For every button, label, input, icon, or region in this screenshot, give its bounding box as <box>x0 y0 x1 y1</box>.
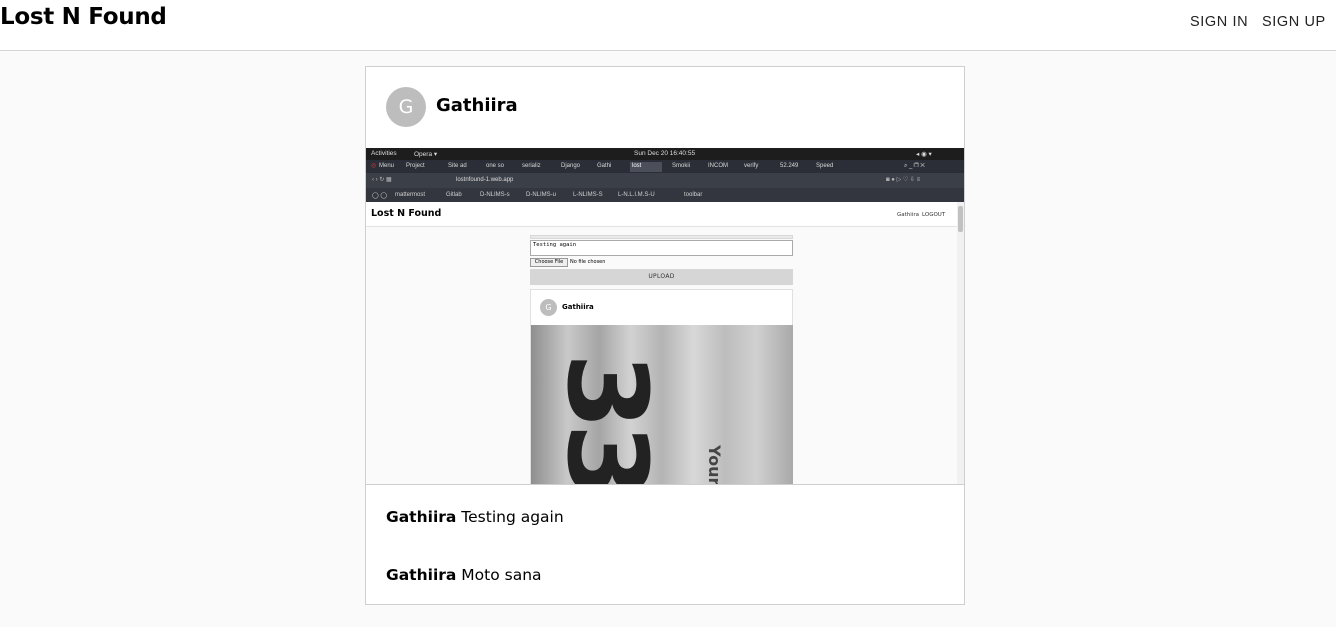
comment-author: Gathiira <box>386 508 457 526</box>
brand-logo[interactable]: Lost N Found <box>0 4 167 30</box>
screenshot-scroll-thumb <box>958 206 963 232</box>
comment-author: Gathiira <box>386 566 457 584</box>
screenshot-textarea: Testing again <box>530 240 793 256</box>
photo-number: 33 <box>543 353 671 485</box>
comment-text: Moto sana <box>461 566 542 584</box>
screenshot-tab: Speed <box>816 163 834 169</box>
screenshot-file-button: Choose File <box>530 258 568 267</box>
screenshot-user: Gathiira <box>897 212 919 218</box>
screenshot-tab: one so <box>486 163 505 169</box>
screenshot-file-status: No file chosen <box>570 259 606 265</box>
screenshot-logout: LOGOUT <box>922 212 946 218</box>
nav-arrows-icon: ‹ › ↻ ▦ <box>372 177 392 183</box>
screenshot-tab: Gathi <box>597 163 612 169</box>
screenshot-os-bar: Activities Opera ▾ Sun Dec 20 16:40:55 ◂… <box>366 148 964 160</box>
screenshot-tab: Smokii <box>672 163 691 169</box>
screenshot-tab-bar: ◎ Menu Project Site ad one so serializ D… <box>366 160 964 173</box>
bookmark: Gitlab <box>446 192 462 198</box>
os-browser-menu: Opera ▾ <box>414 151 438 158</box>
screenshot-tab: 52.249 <box>780 163 799 169</box>
screenshot-tab: serializ <box>522 163 541 169</box>
screenshot-divider <box>530 235 793 239</box>
sign-up-link[interactable]: SIGN UP <box>1262 14 1326 30</box>
screenshot-address-bar: ‹ › ↻ ▦ lostnfound-1.web.app ◙ ● ▷ ♡ ⇩ ≡ <box>366 173 964 188</box>
screenshot-page: Lost N Found Gathiira LOGOUT Testing aga… <box>366 202 964 485</box>
screenshot-brand: Lost N Found <box>371 208 442 219</box>
screenshot-post-card: G Gathiira 33 Your <box>530 289 793 485</box>
screenshot-tab-active: lost <box>630 162 662 172</box>
comment-text: Testing again <box>461 508 564 526</box>
os-clock: Sun Dec 20 16:40:55 <box>634 150 696 157</box>
top-navbar: Lost N Found SIGN IN SIGN UP <box>0 0 1336 51</box>
bookmark: D-NLIMS-u <box>526 192 557 198</box>
screenshot-upload-button: UPLOAD <box>530 269 793 285</box>
post-image: Activities Opera ▾ Sun Dec 20 16:40:55 ◂… <box>366 148 964 485</box>
screenshot-tab: Project <box>406 163 425 169</box>
screenshot-url: lostnfound-1.web.app <box>456 177 514 183</box>
bookmark-icons: ◯ ◯ <box>372 193 388 199</box>
sign-in-link[interactable]: SIGN IN <box>1190 14 1248 30</box>
screenshot-bookmarks-bar: ◯ ◯ mattermost Gitlab D-NLIMS-s D-NLIMS-… <box>366 188 964 202</box>
post-card: G Gathiira Activities Opera ▾ Sun Dec 20… <box>365 66 965 605</box>
browser-toolbar-icons: ◙ ● ▷ ♡ ⇩ ≡ <box>886 177 921 183</box>
screenshot-tab: Django <box>561 163 581 169</box>
screenshot-tab: Menu <box>379 163 395 169</box>
avatar: G <box>386 87 426 127</box>
screenshot-card-username: Gathiira <box>562 303 594 311</box>
post-username: Gathiira <box>436 95 518 116</box>
screenshot-tab: Site ad <box>448 163 467 169</box>
bookmark: toolbar <box>684 192 703 198</box>
bookmark: L-N.L.I.M.S-U <box>618 192 655 198</box>
screenshot-tab: INCOM <box>708 163 728 169</box>
bookmark: D-NLIMS-s <box>480 192 510 198</box>
screenshot-tab: verify <box>744 163 759 169</box>
screenshot-navbar: Lost N Found Gathiira LOGOUT <box>366 202 957 227</box>
comment: Gathiira Testing again <box>386 508 564 526</box>
screenshot-avatar: G <box>540 299 557 316</box>
os-tray-icon: ◂ ◉ ▾ <box>916 151 932 158</box>
window-controls-icon: ⌕ _ ❐ ✕ <box>904 163 925 169</box>
photo-text: Your <box>705 445 724 485</box>
os-activities: Activities <box>371 150 397 157</box>
post-header: G Gathiira <box>366 67 964 148</box>
screenshot-scrollbar <box>957 202 964 484</box>
bookmark: L-NLIMS-S <box>573 192 603 198</box>
comment: Gathiira Moto sana <box>386 566 542 584</box>
bookmark: mattermost <box>395 192 426 198</box>
screenshot-photo: 33 Your <box>531 325 793 485</box>
